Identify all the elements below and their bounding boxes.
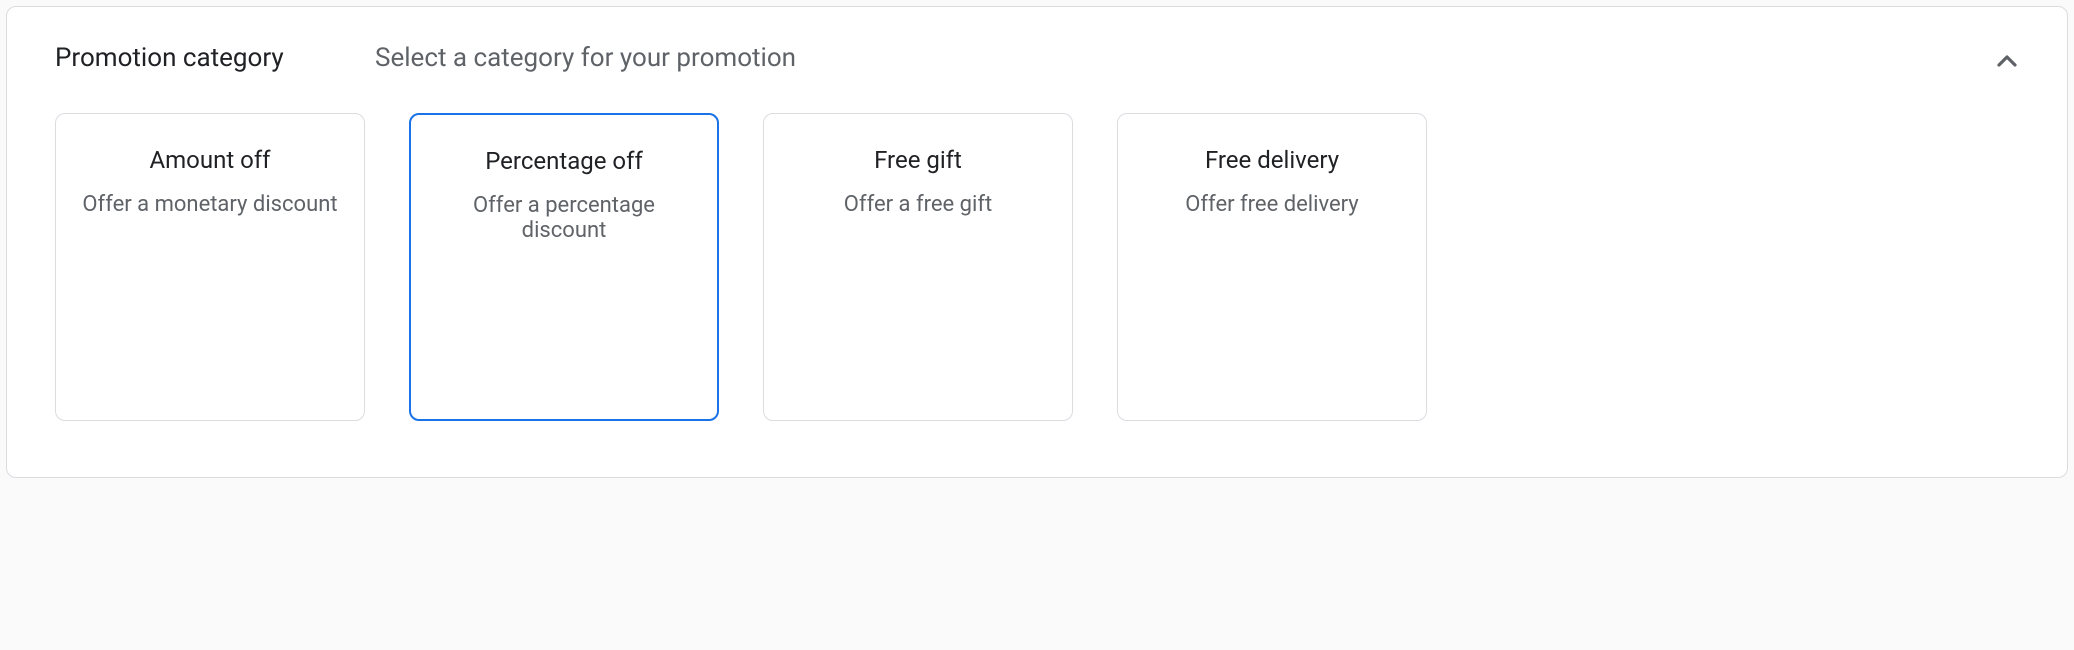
card-free-gift[interactable]: Free gift Offer a free gift xyxy=(763,113,1073,421)
card-title: Free gift xyxy=(784,146,1052,174)
card-desc: Offer a free gift xyxy=(784,192,1052,217)
card-desc: Offer free delivery xyxy=(1138,192,1406,217)
chevron-up-icon xyxy=(1991,45,2023,81)
card-desc: Offer a monetary discount xyxy=(76,192,344,217)
card-percentage-off[interactable]: Percentage off Offer a percentage discou… xyxy=(409,113,719,421)
card-amount-off[interactable]: Amount off Offer a monetary discount xyxy=(55,113,365,421)
section-hint: Select a category for your promotion xyxy=(375,43,796,73)
card-free-delivery[interactable]: Free delivery Offer free delivery xyxy=(1117,113,1427,421)
panel-header: Promotion category Select a category for… xyxy=(7,7,2067,93)
category-cards: Amount off Offer a monetary discount Per… xyxy=(7,93,2067,477)
section-label: Promotion category xyxy=(55,43,375,73)
card-desc: Offer a percentage discount xyxy=(431,193,697,243)
card-title: Free delivery xyxy=(1138,146,1406,174)
card-title: Percentage off xyxy=(431,147,697,175)
promotion-category-panel: Promotion category Select a category for… xyxy=(6,6,2068,478)
collapse-toggle[interactable] xyxy=(1987,43,2027,83)
card-title: Amount off xyxy=(76,146,344,174)
